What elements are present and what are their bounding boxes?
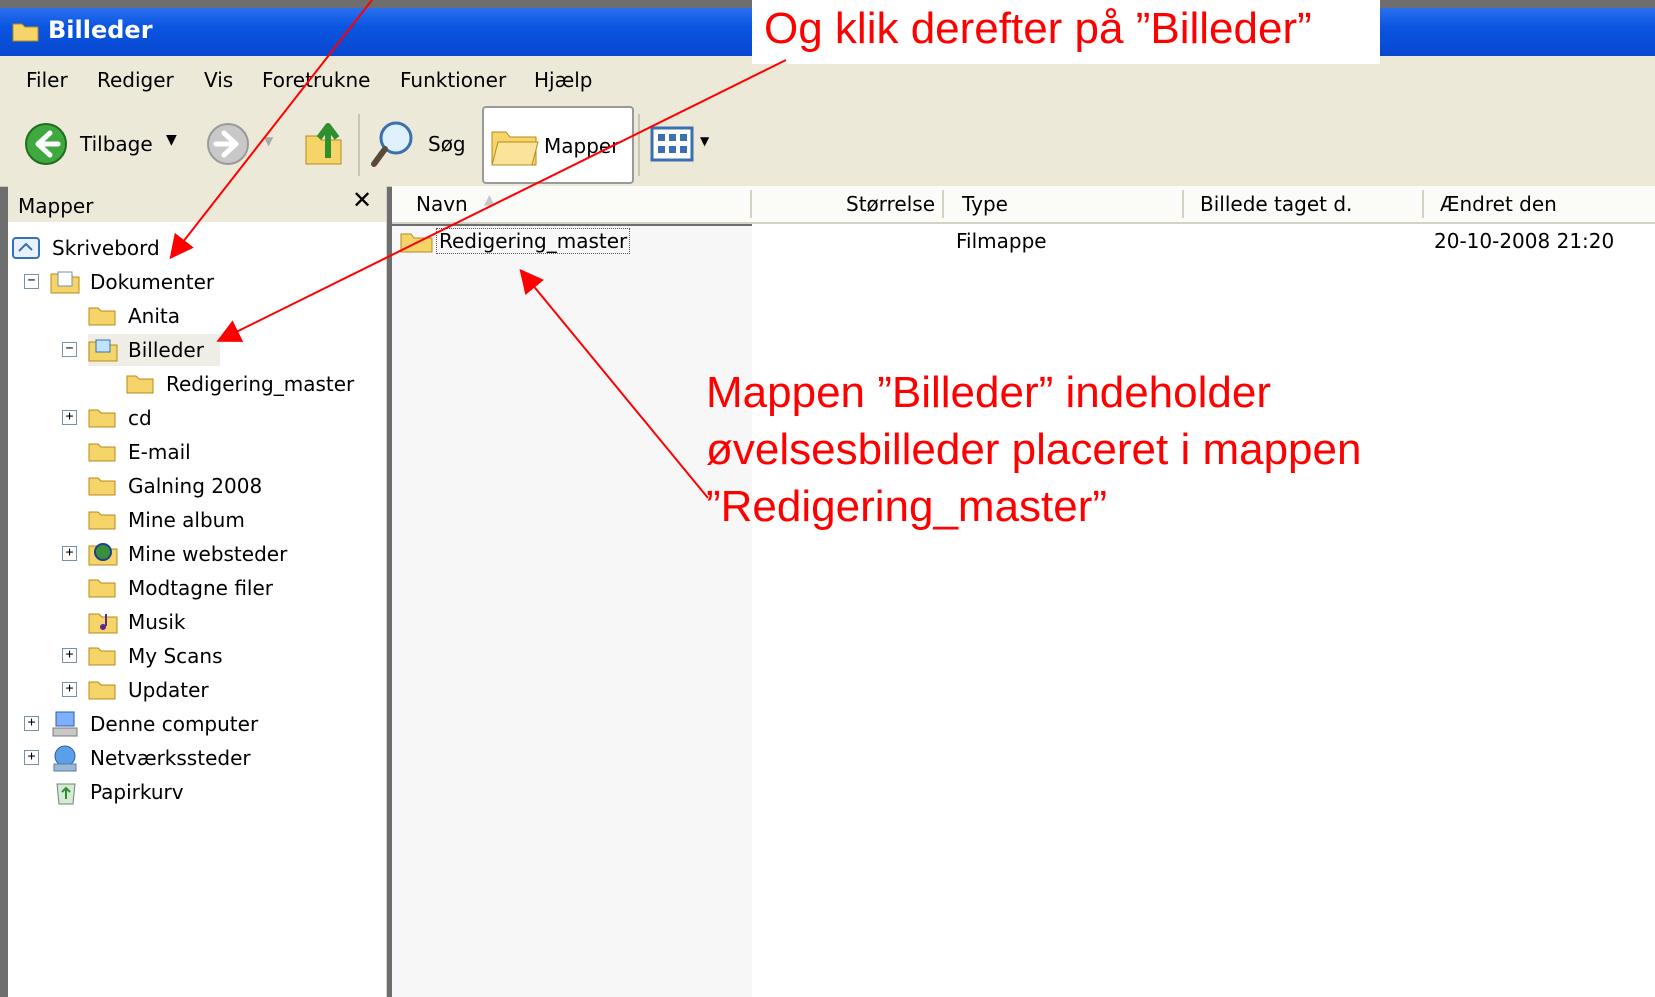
back-arrow-icon [25, 123, 67, 165]
back-dropdown-icon[interactable]: ▼ [166, 132, 177, 148]
column-separator[interactable] [750, 190, 752, 218]
views-dropdown-icon[interactable]: ▼ [700, 134, 709, 148]
file-list-background [752, 186, 1655, 997]
folder-icon [88, 443, 116, 462]
expand-mine-websteder[interactable]: + [62, 546, 77, 561]
column-header-aendret-den[interactable]: Ændret den [1440, 192, 1557, 216]
folder-pane-title: Mapper [18, 194, 94, 218]
column-separator[interactable] [942, 190, 944, 218]
desktop-icon [12, 237, 40, 259]
back-label: Tilbage [80, 132, 153, 156]
file-type: Filmappe [956, 229, 1047, 253]
search-button[interactable]: Søg [370, 118, 470, 168]
up-folder-button[interactable] [302, 118, 346, 168]
column-header-navn[interactable]: Navn [416, 192, 468, 216]
forward-dropdown-icon[interactable]: ▼ [264, 134, 273, 148]
folder-icon [88, 681, 116, 700]
documents-folder-icon [50, 271, 80, 294]
menu-filer[interactable]: Filer [26, 68, 68, 92]
file-name: Redigering_master [436, 228, 631, 254]
name-column-strip [392, 226, 752, 997]
folder-icon [88, 307, 116, 326]
search-icon [371, 121, 413, 167]
views-button[interactable]: ▼ [650, 126, 716, 164]
collapse-dokumenter[interactable]: − [24, 274, 39, 289]
views-grid-icon [650, 126, 694, 162]
menu-foretrukne[interactable]: Foretrukne [262, 68, 370, 92]
window-folder-icon [12, 20, 40, 42]
network-icon [53, 745, 77, 772]
folders-button[interactable]: Mapper [482, 106, 634, 184]
computer-icon [52, 711, 78, 737]
folder-icon [400, 233, 433, 253]
sort-indicator-icon: ▲ [484, 192, 495, 208]
web-folder-icon [88, 543, 118, 566]
folder-icon [126, 375, 154, 394]
window-title: Billeder [48, 16, 153, 44]
close-pane-icon[interactable]: ✕ [352, 186, 372, 214]
callout-body: Mappen ”Billeder” indeholder øvelsesbill… [706, 364, 1606, 535]
callout-top-text: Og klik derefter på ”Billeder” [764, 4, 1312, 53]
pictures-folder-icon [88, 339, 118, 362]
toolbar-separator [358, 114, 360, 176]
column-separator[interactable] [1182, 190, 1184, 218]
expand-updater[interactable]: + [62, 682, 77, 697]
column-header-stoerrelse[interactable]: Størrelse [846, 192, 935, 216]
expand-netvaerkssteder[interactable]: + [24, 750, 39, 765]
callout-body-line: Mappen ”Billeder” indeholder [706, 368, 1271, 417]
callout-body-line: ”Redigering_master” [706, 482, 1108, 531]
tree-item-billeder[interactable]: Billeder [88, 334, 220, 366]
menu-rediger[interactable]: Rediger [97, 68, 174, 92]
column-separator[interactable] [1422, 190, 1424, 218]
column-header-type[interactable]: Type [962, 192, 1008, 216]
music-folder-icon [88, 613, 118, 634]
expand-my-scans[interactable]: + [62, 648, 77, 663]
folder-icon [88, 647, 116, 666]
folders-icon [491, 131, 539, 166]
collapse-billeder[interactable]: − [62, 342, 77, 357]
menu-vis[interactable]: Vis [204, 68, 233, 92]
menu-funktioner[interactable]: Funktioner [400, 68, 506, 92]
recycle-bin-icon [56, 783, 76, 805]
up-folder-icon [305, 123, 342, 165]
column-header-billede-taget[interactable]: Billede taget d. [1200, 192, 1352, 216]
folder-icon [88, 477, 116, 496]
forward-button[interactable]: ▼ [204, 120, 284, 168]
folders-label: Mapper [544, 134, 620, 158]
table-row[interactable]: Redigering_master Filmappe 20-10-2008 21… [400, 226, 1650, 258]
folder-icon [88, 511, 116, 530]
back-button[interactable]: Tilbage ▼ [22, 118, 184, 168]
toolbar-separator [638, 114, 640, 176]
callout-body-line: øvelsesbilleder placeret i mappen [706, 425, 1362, 474]
search-label: Søg [428, 132, 466, 156]
forward-arrow-icon [207, 123, 249, 165]
menu-hjaelp[interactable]: Hjælp [534, 68, 593, 92]
expand-cd[interactable]: + [62, 410, 77, 425]
folder-icon [88, 409, 116, 428]
expand-denne-computer[interactable]: + [24, 716, 39, 731]
file-modified: 20-10-2008 21:20 [1434, 229, 1615, 253]
folder-icon [88, 579, 116, 598]
